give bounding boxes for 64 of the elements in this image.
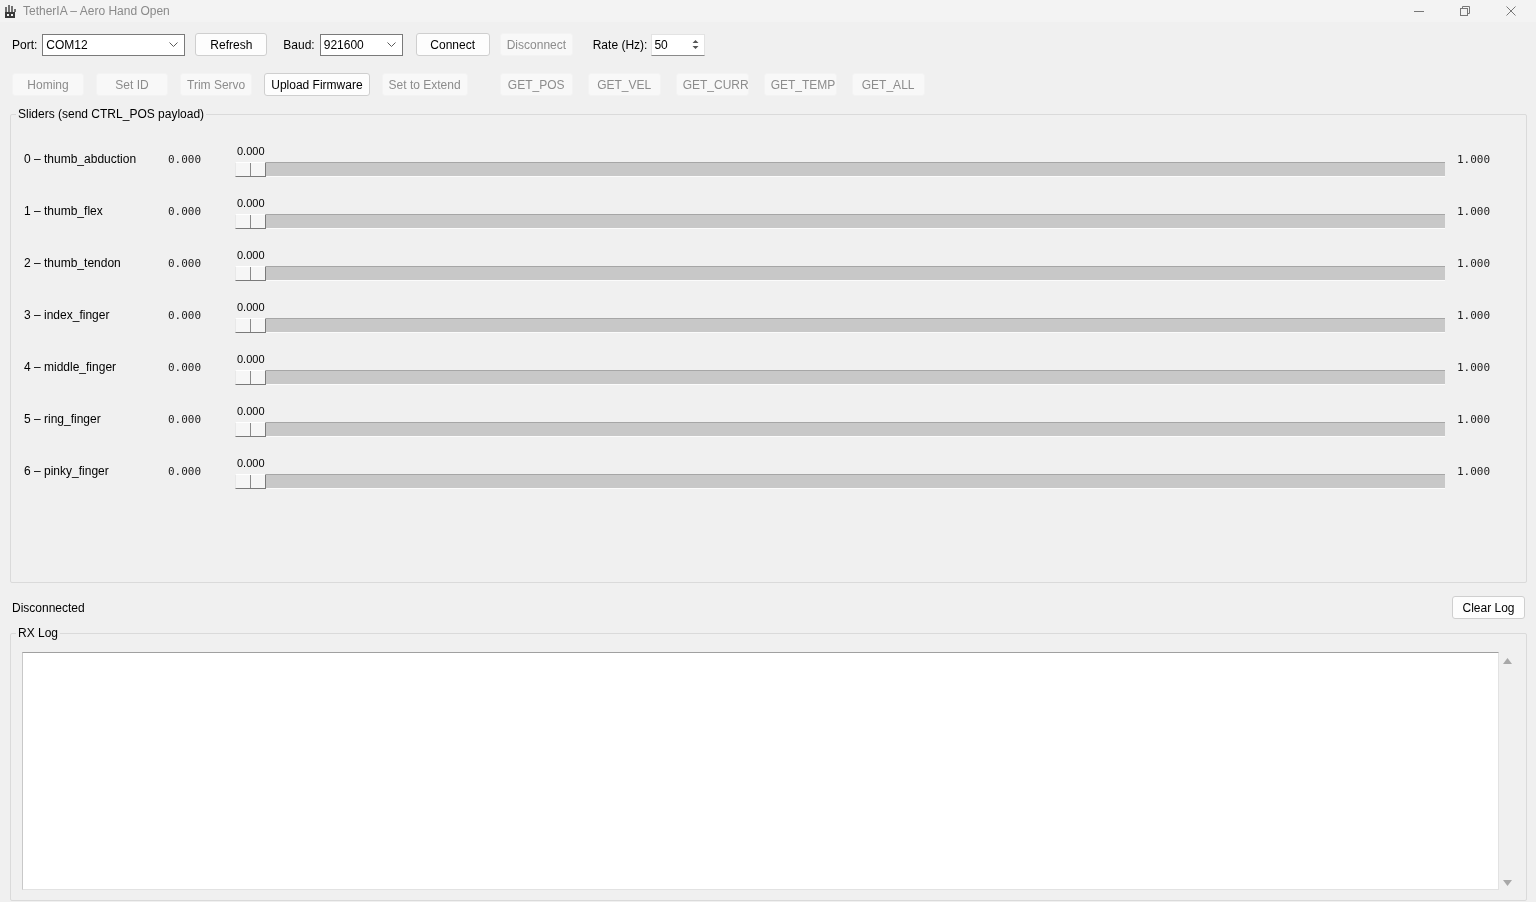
connection-status: Disconnected [12,600,85,615]
joint-label: 5 – ring_finger [24,412,102,426]
value-readout: 0.000 [168,205,203,218]
max-value-label: 1.000 [1457,205,1492,218]
close-icon[interactable] [1506,6,1516,16]
slider-value-label: 0.000 [237,352,265,366]
slider-track[interactable] [235,474,1445,489]
slider-track[interactable] [235,370,1445,385]
slider-track[interactable] [235,266,1445,281]
value-readout: 0.000 [168,153,203,166]
value-readout: 0.000 [168,257,203,270]
slider-thumb[interactable] [235,474,266,489]
max-value-label: 1.000 [1457,153,1492,166]
slider-thumb[interactable] [235,422,266,437]
value-readout: 0.000 [168,465,203,478]
hand-icon [3,3,17,19]
slider-track[interactable] [235,422,1445,437]
command-button[interactable]: Upload Firmware [264,73,370,96]
port-dropdown[interactable]: COM12 [42,33,186,56]
caret-icon [386,42,396,47]
joint-label: 0 – thumb_abduction [24,152,138,166]
slider-thumb[interactable] [235,266,266,281]
slider-value-label: 0.000 [237,196,265,210]
value-readout: 0.000 [168,413,203,426]
joint-label: 6 – pinky_finger [24,464,110,478]
slider-value-label: 0.000 [237,248,265,262]
slider-thumb[interactable] [235,214,266,229]
slider-thumb[interactable] [235,370,266,385]
max-value-label: 1.000 [1457,465,1492,478]
slider-value-label: 0.000 [237,456,265,470]
scroll-down-arrow-icon[interactable] [1502,880,1512,886]
max-value-label: 1.000 [1457,309,1492,322]
joint-label: 1 – thumb_flex [24,204,104,218]
max-value-label: 1.000 [1457,361,1492,374]
caret-icon [169,42,179,47]
slider-value-label: 0.000 [237,144,265,158]
connect-button[interactable]: Connect [415,33,490,56]
slider-track[interactable] [235,214,1445,229]
rate-spinbox[interactable]: 50 [651,33,706,56]
window-title: TetherIA – Aero Hand Open [23,4,170,18]
rate-label: Rate (Hz): [592,37,648,52]
slider-value-label: 0.000 [237,404,265,418]
scroll-up-arrow-icon[interactable] [1502,658,1512,664]
value-readout: 0.000 [168,309,203,322]
restore-icon[interactable] [1460,6,1470,16]
panel-title: Sliders (send CTRL_POS payload) [17,107,206,121]
panel-title: RX Log [17,626,60,640]
baud-label: Baud: [283,37,315,52]
joint-label: 2 – thumb_tendon [24,256,122,270]
refresh-button[interactable]: Refresh [195,33,268,56]
max-value-label: 1.000 [1457,257,1492,270]
up-down-arrows-icon[interactable] [692,39,700,50]
value-readout: 0.000 [168,361,203,374]
slider-track[interactable] [235,318,1445,333]
baud-dropdown[interactable]: 921600 [319,33,403,56]
clear-log-button[interactable]: Clear Log [1452,596,1525,619]
joint-label: 3 – index_finger [24,308,111,322]
slider-value-label: 0.000 [237,300,265,314]
max-value-label: 1.000 [1457,413,1492,426]
slider-track[interactable] [235,162,1445,177]
slider-thumb[interactable] [235,162,266,177]
joint-label: 4 – middle_finger [24,360,118,374]
slider-thumb[interactable] [235,318,266,333]
port-label: Port: [12,37,38,52]
